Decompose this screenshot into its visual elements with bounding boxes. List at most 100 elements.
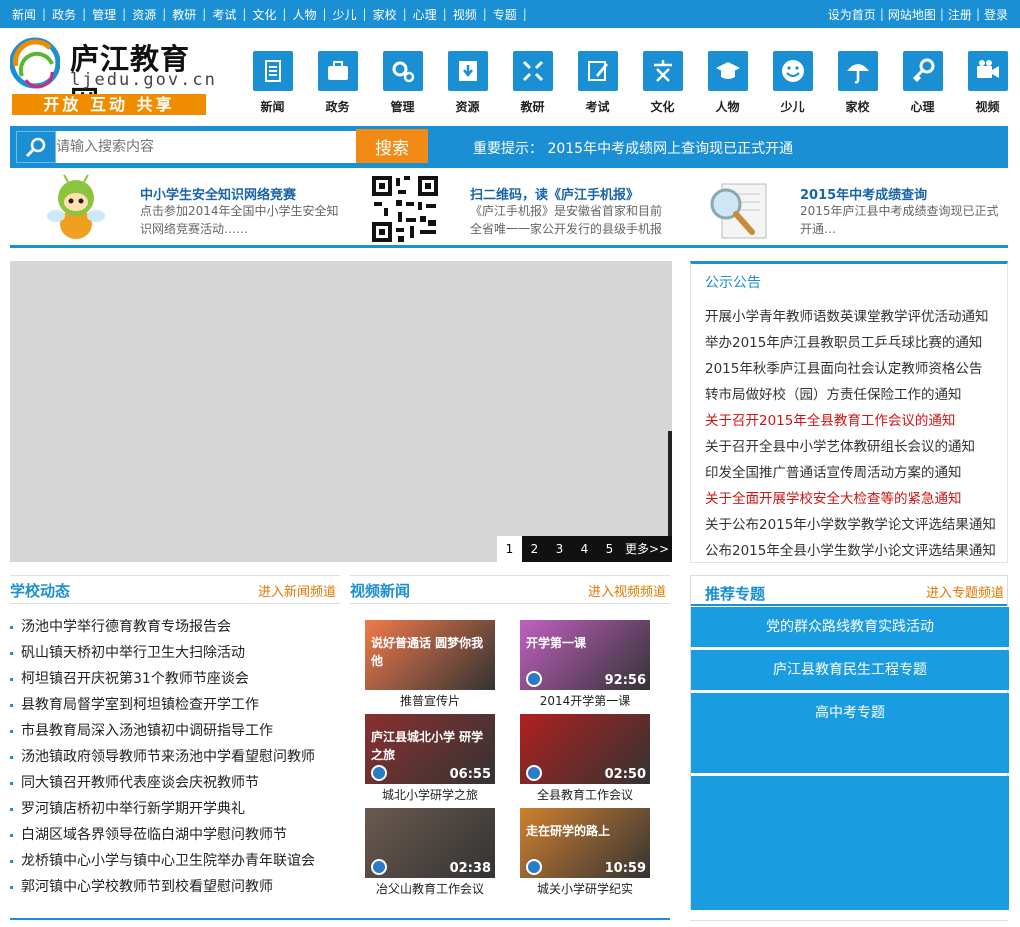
notice-item[interactable]: 转市局做好校（园）方责任保险工作的通知 bbox=[705, 382, 996, 408]
notice-item[interactable]: 2015年秋季庐江县面向社会认定教师资格公告 bbox=[705, 356, 996, 382]
category-7[interactable]: 人物 bbox=[695, 48, 760, 115]
notice-item[interactable]: 关于召开全县中小学艺体教研组长会议的通知 bbox=[705, 434, 996, 460]
topic-item[interactable]: 庐江县教育民生工程专题 bbox=[691, 650, 1009, 690]
notice-item[interactable]: 关于公布2015年小学数学教学论文评选结果通知 bbox=[705, 512, 996, 538]
slider-page-3[interactable]: 3 bbox=[547, 536, 572, 562]
category-9[interactable]: 家校 bbox=[825, 48, 890, 115]
search-input[interactable] bbox=[56, 131, 358, 163]
video-item[interactable]: 开学第一课 92:56 2014开学第一课 bbox=[520, 620, 650, 709]
news-item[interactable]: 白湖区域各界领导莅临白湖中学慰问教师节 bbox=[10, 822, 315, 848]
top-nav-item[interactable]: 少儿 bbox=[327, 6, 363, 23]
top-nav-item[interactable]: 视频 bbox=[447, 6, 483, 23]
important-notice[interactable]: 重要提示： 2015年中考成绩网上查询现已正式开通 bbox=[473, 138, 793, 158]
news-item[interactable]: 县教育局督学室到柯坦镇检查开学工作 bbox=[10, 692, 315, 718]
video-caption: 城关小学研学纪实 bbox=[536, 882, 633, 896]
slider-page-4[interactable]: 4 bbox=[572, 536, 597, 562]
divider bbox=[10, 918, 670, 920]
news-item[interactable]: 龙桥镇中心小学与镇中心卫生院举办青年联谊会 bbox=[10, 848, 315, 874]
top-link[interactable]: 设为首页 bbox=[824, 6, 880, 23]
top-nav-item[interactable]: 人物 bbox=[286, 6, 322, 23]
top-nav-item[interactable]: 资源 bbox=[126, 6, 162, 23]
play-icon bbox=[526, 765, 542, 781]
image-slider[interactable]: 1 2 3 4 5 更多>> bbox=[10, 261, 672, 562]
promo-safety-contest[interactable]: 中小学生安全知识网络竞赛 点击参加2014年全国中小学生安全知 识网络竞赛活动…… bbox=[40, 170, 340, 246]
logo-slogan: 开放 互动 共享 bbox=[12, 94, 206, 115]
top-nav: 新闻 | 政务 | 管理 | 资源 | 教研 | 考试 | 文化 | 人物 | 少儿 | 家校 | 心理 | 视频 | 专题 | bbox=[6, 0, 527, 28]
notice-item[interactable]: 举办2015年庐江县教职员工乒乓球比赛的通知 bbox=[705, 330, 996, 356]
divider bbox=[10, 603, 340, 604]
news-item[interactable]: 郭河镇中心学校教师节到校看望慰问教师 bbox=[10, 874, 315, 900]
topic-item-empty bbox=[691, 733, 1009, 773]
category-10[interactable]: 心理 bbox=[890, 48, 955, 115]
category-4[interactable]: 教研 bbox=[500, 48, 565, 115]
video-duration: 10:59 bbox=[604, 861, 646, 876]
video-thumbnail: 02:50 bbox=[520, 714, 650, 784]
video-item[interactable]: 走在研学的路上 10:59 城关小学研学纪实 bbox=[520, 808, 650, 897]
news-item[interactable]: 同大镇召开教师代表座谈会庆祝教师节 bbox=[10, 770, 315, 796]
divider bbox=[10, 575, 340, 576]
category-3[interactable]: 资源 bbox=[435, 48, 500, 115]
play-icon bbox=[371, 859, 387, 875]
category-label: 少儿 bbox=[780, 100, 805, 114]
category-8[interactable]: 少儿 bbox=[760, 48, 825, 115]
top-nav-item[interactable]: 管理 bbox=[86, 6, 122, 23]
news-item[interactable]: 汤池镇政府领导教师节来汤池中学看望慰问教师 bbox=[10, 744, 315, 770]
category-11[interactable]: 视频 bbox=[955, 48, 1020, 115]
category-label: 心理 bbox=[910, 100, 935, 114]
notice-item[interactable]: 开展小学青年教师语数英课堂教学评优活动通知 bbox=[705, 304, 996, 330]
category-2[interactable]: 管理 bbox=[370, 48, 435, 115]
video-duration: 92:56 bbox=[604, 673, 646, 688]
news-item[interactable]: 柯坦镇召开庆祝第31个教师节座谈会 bbox=[10, 666, 315, 692]
promo-desc: 2015年庐江县中考成绩查询现已正式 开通… bbox=[800, 204, 999, 236]
top-nav-item[interactable]: 新闻 bbox=[6, 6, 42, 23]
slider-more-link[interactable]: 更多>> bbox=[622, 536, 672, 562]
topics-more-link[interactable]: 进入专题频道 bbox=[926, 582, 1004, 601]
notice-item[interactable]: 关于召开2015年全县教育工作会议的通知 bbox=[705, 408, 996, 434]
news-item[interactable]: 市县教育局深入汤池镇初中调研指导工作 bbox=[10, 718, 315, 744]
school-news-more-link[interactable]: 进入新闻频道 bbox=[258, 581, 336, 600]
top-nav-item[interactable]: 家校 bbox=[367, 6, 403, 23]
video-news-more-link[interactable]: 进入视频频道 bbox=[588, 581, 666, 600]
video-item[interactable]: 庐江县城北小学 研学之旅 06:55 城北小学研学之旅 bbox=[365, 714, 495, 803]
category-6[interactable]: 文化 bbox=[630, 48, 695, 115]
top-nav-item[interactable]: 文化 bbox=[246, 6, 282, 23]
category-label: 新闻 bbox=[260, 100, 285, 114]
promo-mobile-paper[interactable]: 扫二维码，读《庐江手机报》 《庐江手机报》是安徽省首家和目前 全省唯一一家公开发行… bbox=[370, 170, 670, 246]
slider-page-5[interactable]: 5 bbox=[597, 536, 622, 562]
top-nav-item[interactable]: 专题 bbox=[487, 6, 523, 23]
video-item[interactable]: 02:38 冶父山教育工作会议 bbox=[365, 808, 495, 897]
top-nav-item[interactable]: 政务 bbox=[46, 6, 82, 23]
news-item[interactable]: 矾山镇天桥初中举行卫生大扫除活动 bbox=[10, 640, 315, 666]
notice-item[interactable]: 印发全国推广普通话宣传周活动方案的通知 bbox=[705, 460, 996, 486]
briefcase-icon bbox=[317, 51, 358, 91]
site-logo[interactable]: 庐江教育网 ljedu.gov.cn 开放 互动 共享 bbox=[10, 36, 215, 118]
video-item[interactable]: 02:50 全县教育工作会议 bbox=[520, 714, 650, 803]
notice-item[interactable]: 关于全面开展学校安全大检查等的紧急通知 bbox=[705, 486, 996, 512]
slider-page-1[interactable]: 1 bbox=[497, 536, 522, 562]
topic-item[interactable]: 党的群众路线教育实践活动 bbox=[691, 607, 1009, 647]
topic-item[interactable]: 高中考专题 bbox=[691, 693, 1009, 733]
thumbnail-text: 走在研学的路上 bbox=[526, 824, 611, 838]
search-button[interactable]: 搜索 bbox=[356, 129, 428, 163]
top-link[interactable]: 注册 bbox=[944, 6, 976, 23]
top-link[interactable]: 网站地图 bbox=[884, 6, 940, 23]
promo-exam-results[interactable]: 2015年中考成绩查询 2015年庐江县中考成绩查询现已正式 开通… bbox=[700, 170, 1008, 246]
top-link[interactable]: 登录 bbox=[980, 6, 1012, 23]
key-icon bbox=[902, 51, 943, 91]
top-nav-item[interactable]: 心理 bbox=[407, 6, 443, 23]
thumbnail-text: 开学第一课 bbox=[526, 636, 587, 650]
video-item[interactable]: 说好普通话 圆梦你我他 推普宣传片 bbox=[365, 620, 495, 709]
category-5[interactable]: 考试 bbox=[565, 48, 630, 115]
promo-desc: 点击参加2014年全国中小学生安全知 识网络竞赛活动…… bbox=[140, 204, 339, 236]
video-thumbnail: 开学第一课 92:56 bbox=[520, 620, 650, 690]
news-item[interactable]: 罗河镇店桥初中举行新学期开学典礼 bbox=[10, 796, 315, 822]
top-nav-item[interactable]: 教研 bbox=[166, 6, 202, 23]
category-1[interactable]: 政务 bbox=[305, 48, 370, 115]
notice-item[interactable]: 公布2015年全县小学生数学小论文评选结果通知 bbox=[705, 538, 996, 564]
category-0[interactable]: 新闻 bbox=[240, 48, 305, 115]
slider-page-2[interactable]: 2 bbox=[522, 536, 547, 562]
qr-code-icon bbox=[370, 174, 440, 244]
top-nav-item[interactable]: 考试 bbox=[206, 6, 242, 23]
news-item[interactable]: 汤池中学举行德育教育专场报告会 bbox=[10, 614, 315, 640]
promo-desc: 《庐江手机报》是安徽省首家和目前 全省唯一一家公开发行的县级手机报 bbox=[470, 204, 663, 236]
